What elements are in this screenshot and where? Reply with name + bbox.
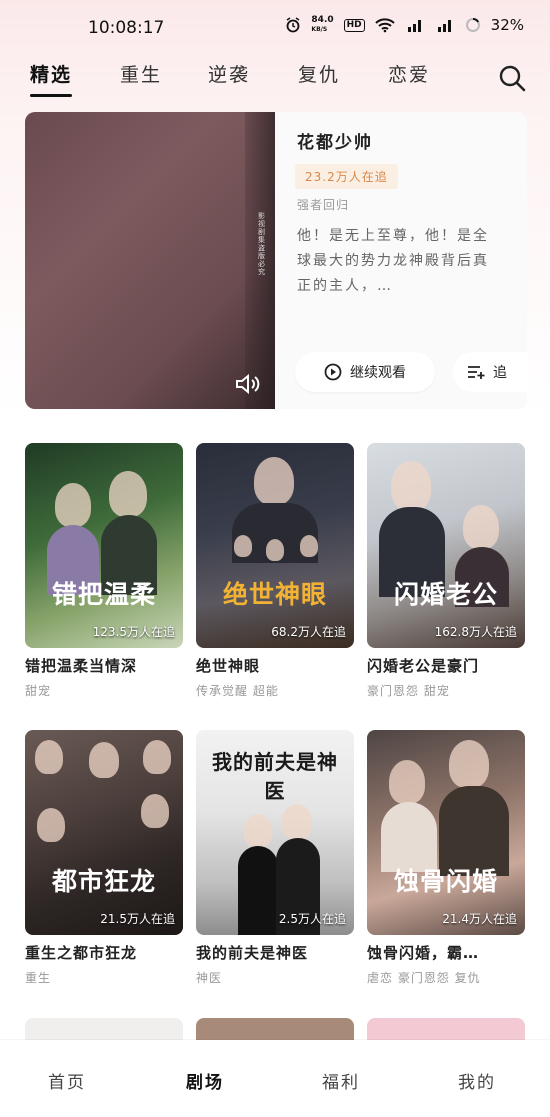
poster-viewers: 21.4万人在追: [442, 912, 517, 926]
continue-watching-button[interactable]: 继续观看: [295, 352, 435, 392]
poster-viewers: 68.2万人在追: [271, 625, 346, 639]
featured-description: 他！是无上至尊，他！是全球最大的势力龙神殿背后真正的主人，…: [297, 228, 489, 294]
poster-title: 错把温柔: [51, 580, 156, 609]
nav-benefits[interactable]: 福利: [322, 1068, 360, 1093]
poster-title: 闪婚老公: [393, 580, 498, 609]
poster-viewers: 162.8万人在追: [434, 625, 517, 639]
nav-home[interactable]: 首页: [48, 1068, 86, 1093]
drama-name: 闪婚老公是豪门: [367, 657, 480, 675]
poster-viewers: 21.5万人在追: [100, 912, 175, 926]
signal-icon-1: [407, 20, 421, 32]
tab-featured[interactable]: 精选: [30, 60, 73, 97]
nav-theater[interactable]: 剧场: [186, 1068, 224, 1093]
drama-name: 我的前夫是神医: [196, 944, 309, 962]
drama-card[interactable]: 我的前夫是神医 2.5万人在追 我的前夫是神医 神医: [196, 730, 354, 986]
battery-percent: 32%: [490, 16, 524, 34]
follow-button[interactable]: 追: [453, 352, 527, 392]
drama-name: 错把温柔当情深: [25, 657, 138, 675]
battery-icon: [465, 17, 480, 32]
drama-poster: 闪婚老公 162.8万人在追: [367, 443, 525, 648]
drama-tags: 神医: [196, 971, 223, 985]
drama-tags: 虐恋 豪门恩怨 复仇: [367, 971, 481, 985]
network-speed: 84.0 KB/S: [311, 15, 334, 34]
drama-name: 重生之都市狂龙: [25, 944, 138, 962]
drama-card[interactable]: 错把温柔 123.5万人在追 错把温柔当情深 甜宠: [25, 443, 183, 699]
drama-card[interactable]: 蚀骨闪婚 21.4万人在追 蚀骨闪婚，霸… 虐恋 豪门恩怨 复仇: [367, 730, 525, 986]
poster-title: 蚀骨闪婚: [393, 867, 498, 896]
watermark-text: 影视剧集 盗版必究: [258, 212, 265, 276]
drama-name: 蚀骨闪婚，霸…: [367, 944, 480, 962]
featured-drama-card[interactable]: 影视剧集 盗版必究 花都少帅 23.2万人在追 强者回归 他！是无上至尊，他！是…: [25, 112, 527, 409]
tab-active-indicator: [30, 94, 73, 97]
poster-viewers: 2.5万人在追: [278, 912, 346, 926]
status-icons: 84.0 KB/S HD 32%: [285, 16, 524, 34]
wifi-icon: [374, 18, 395, 33]
video-preview[interactable]: [25, 112, 275, 409]
tab-romance[interactable]: 恋爱: [388, 60, 430, 87]
genre-tag: 强者回归: [297, 198, 350, 212]
drama-tags: 重生: [25, 971, 52, 985]
poster-viewers: 123.5万人在追: [92, 625, 175, 639]
drama-tags: 豪门恩怨 甜宠: [367, 684, 450, 698]
drama-card[interactable]: 绝世神眼 68.2万人在追 绝世神眼 传承觉醒 超能: [196, 443, 354, 699]
featured-title: 花都少帅: [297, 133, 373, 153]
tab-rebirth[interactable]: 重生: [120, 60, 162, 87]
poster-title: 都市狂龙: [51, 867, 156, 896]
play-icon: [324, 363, 342, 381]
volume-icon[interactable]: [235, 374, 261, 394]
drama-poster: 错把温柔 123.5万人在追: [25, 443, 183, 648]
hd-badge: HD: [343, 18, 365, 32]
nav-profile[interactable]: 我的: [458, 1068, 496, 1093]
drama-tags: 传承觉醒 超能: [196, 684, 279, 698]
alarm-icon: [287, 17, 300, 33]
drama-tags: 甜宠: [25, 684, 52, 698]
drama-poster: 都市狂龙 21.5万人在追: [25, 730, 183, 935]
drama-poster: 我的前夫是神医 2.5万人在追: [196, 730, 354, 935]
status-bar: 10:08:17 84.0 KB/S HD 32%: [0, 0, 550, 52]
status-time: 10:08:17: [88, 18, 165, 38]
drama-card[interactable]: 都市狂龙 21.5万人在追 重生之都市狂龙 重生: [25, 730, 183, 986]
poster-title: 绝世神眼: [222, 580, 327, 609]
signal-icon-2: [437, 20, 451, 32]
tab-revenge[interactable]: 复仇: [298, 60, 340, 87]
viewers-badge: 23.2万人在追: [295, 164, 398, 189]
add-to-list-icon: [468, 366, 485, 379]
category-tabs: 精选 重生 逆袭 复仇 恋爱: [0, 60, 550, 104]
tab-counterattack[interactable]: 逆袭: [208, 60, 250, 87]
bottom-nav: 首页 剧场 福利 我的: [0, 1040, 550, 1117]
featured-info: 花都少帅 23.2万人在追 强者回归 他！是无上至尊，他！是全球最大的势力龙神殿…: [275, 112, 527, 409]
poster-title: 我的前夫是神医: [212, 750, 338, 803]
drama-card[interactable]: 闪婚老公 162.8万人在追 闪婚老公是豪门 豪门恩怨 甜宠: [367, 443, 525, 699]
drama-poster: 绝世神眼 68.2万人在追: [196, 443, 354, 648]
drama-name: 绝世神眼: [196, 657, 261, 675]
search-icon[interactable]: [498, 64, 526, 92]
drama-poster: 蚀骨闪婚 21.4万人在追: [367, 730, 525, 935]
